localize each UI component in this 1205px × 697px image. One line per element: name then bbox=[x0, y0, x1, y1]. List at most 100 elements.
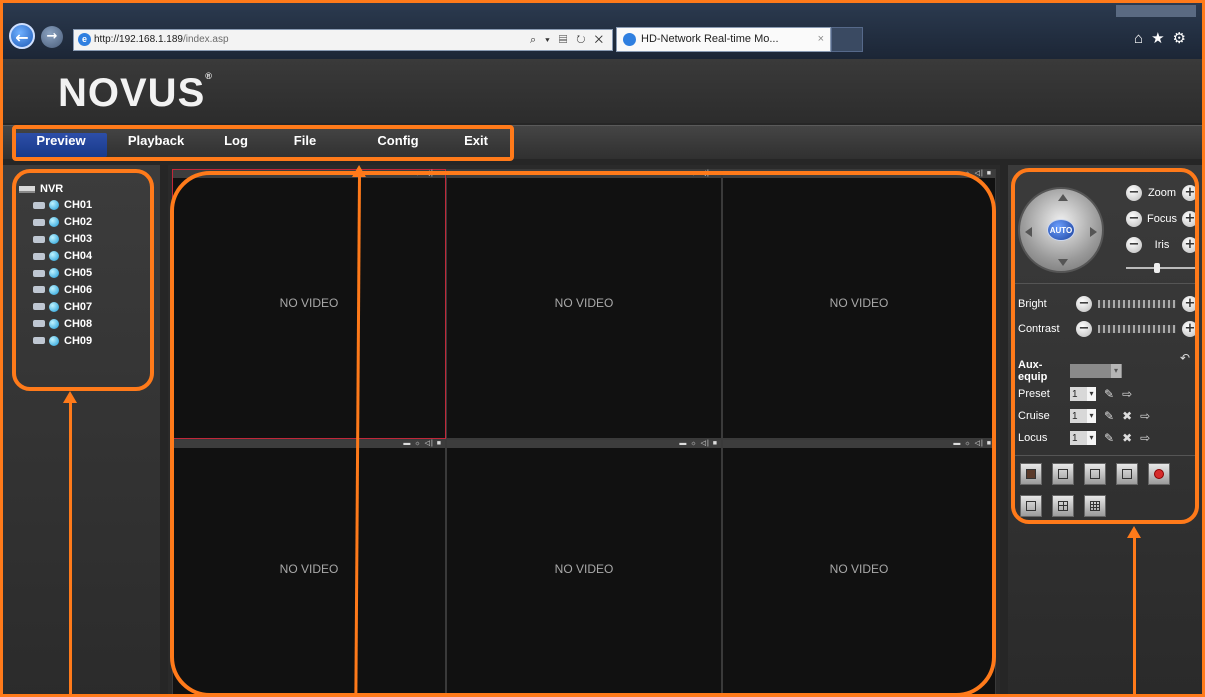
video-cell-3[interactable]: ▬ ☼ ◁| ■ NO VIDEO bbox=[722, 169, 996, 439]
no-video-label: NO VIDEO bbox=[829, 296, 889, 310]
cell-toolbar: ▬ ☼ ◁| ■ bbox=[173, 170, 445, 178]
browser-toolbar-icons[interactable]: ⌂★⚙ bbox=[1134, 29, 1194, 47]
menu-config[interactable]: Config bbox=[358, 133, 438, 157]
aux-equip-select[interactable] bbox=[1070, 364, 1122, 378]
browser-tab[interactable]: HD-Network Real-time Mo... × bbox=[616, 27, 831, 52]
pan-up-icon[interactable] bbox=[1058, 194, 1068, 201]
focus-near-button[interactable]: − bbox=[1126, 211, 1142, 227]
contrast-decrease-button[interactable]: − bbox=[1076, 321, 1092, 337]
cell-status-icons[interactable]: ▬ ☼ ◁| ■ bbox=[953, 169, 992, 177]
zoom-out-button[interactable]: − bbox=[1126, 185, 1142, 201]
aux-equip-control: Aux-equip bbox=[1018, 359, 1198, 383]
back-button[interactable]: ← bbox=[9, 23, 35, 49]
locus-select[interactable]: 1 bbox=[1070, 431, 1096, 445]
camera-icon bbox=[33, 201, 45, 209]
divider bbox=[1012, 455, 1198, 456]
video-cell-2[interactable]: ▬ ☼ ◁| ■ NO VIDEO bbox=[446, 169, 722, 439]
tab-title: HD-Network Real-time Mo... bbox=[641, 33, 779, 45]
focus-far-button[interactable]: + bbox=[1182, 211, 1198, 227]
cell-toolbar: ▬ ☼ ◁| ■ bbox=[723, 440, 995, 448]
delete-icon[interactable]: ✖ bbox=[1122, 431, 1132, 445]
address-tools[interactable]: ⌕ ▾ ▤ ↻ ✕ bbox=[530, 30, 606, 50]
cell-toolbar: ▬ ☼ ◁| ■ bbox=[447, 170, 721, 178]
quad-view-icon bbox=[1058, 501, 1068, 511]
novus-logo: NOVUS® bbox=[58, 71, 213, 116]
video-cell-1[interactable]: ▬ ☼ ◁| ■ NO VIDEO bbox=[172, 169, 446, 439]
cell-status-icons[interactable]: ▬ ☼ ◁| ■ bbox=[403, 439, 442, 447]
channel-item-ch08[interactable]: CH08 bbox=[19, 315, 92, 332]
pencil-icon[interactable]: ✎ bbox=[1104, 387, 1114, 401]
locus-control: Locus 1 ✎ ✖ ⇨ bbox=[1018, 430, 1198, 446]
ptz-speed-slider[interactable] bbox=[1126, 263, 1198, 273]
cell-status-icons[interactable]: ▬ ☼ ◁| ■ bbox=[679, 439, 718, 447]
channel-item-ch07[interactable]: CH07 bbox=[19, 298, 92, 315]
window-controls[interactable] bbox=[1116, 5, 1196, 17]
contrast-track[interactable] bbox=[1098, 325, 1176, 333]
zoom-in-button[interactable]: + bbox=[1182, 185, 1198, 201]
channel-item-ch03[interactable]: CH03 bbox=[19, 231, 92, 248]
layout-9-button[interactable] bbox=[1084, 495, 1106, 517]
camera-icon bbox=[33, 269, 45, 277]
channel-item-ch04[interactable]: CH04 bbox=[19, 248, 92, 265]
menu-log[interactable]: Log bbox=[211, 133, 261, 157]
menu-exit[interactable]: Exit bbox=[448, 133, 504, 157]
alarm-button[interactable] bbox=[1148, 463, 1170, 485]
pan-right-icon[interactable] bbox=[1090, 227, 1097, 237]
pencil-icon[interactable]: ✎ bbox=[1104, 431, 1114, 445]
slider-knob[interactable] bbox=[1154, 263, 1160, 273]
status-dot-icon bbox=[49, 217, 59, 228]
zoom-control: − Zoom + bbox=[1126, 183, 1198, 203]
video-cell-6[interactable]: ▬ ☼ ◁| ■ NO VIDEO bbox=[722, 439, 996, 694]
cell-status-icons[interactable]: ▬ ☼ ◁| ■ bbox=[679, 169, 718, 177]
cell-toolbar: ▬ ☼ ◁| ■ bbox=[173, 440, 445, 448]
no-video-label: NO VIDEO bbox=[829, 561, 889, 576]
tree-root-label: NVR bbox=[40, 183, 64, 195]
cell-status-icons[interactable]: ▬ ☼ ◁| ■ bbox=[953, 439, 992, 447]
cell-status-icons[interactable]: ▬ ☼ ◁| ■ bbox=[403, 169, 442, 177]
menu-playback[interactable]: Playback bbox=[111, 133, 201, 157]
ptz-direction-pad[interactable]: AUTO bbox=[1018, 187, 1104, 273]
channel-item-ch09[interactable]: CH09 bbox=[19, 332, 92, 349]
go-arrow-icon[interactable]: ⇨ bbox=[1122, 387, 1132, 401]
snapshot-button[interactable] bbox=[1020, 463, 1042, 485]
go-arrow-icon[interactable]: ⇨ bbox=[1140, 431, 1150, 445]
video-cell-5[interactable]: ▬ ☼ ◁| ■ NO VIDEO bbox=[446, 439, 722, 694]
video-cell-4[interactable]: ▬ ☼ ◁| ■ NO VIDEO bbox=[172, 439, 446, 694]
preset-select[interactable]: 1 bbox=[1070, 387, 1096, 401]
forward-button[interactable]: → bbox=[41, 26, 63, 48]
contrast-increase-button[interactable]: + bbox=[1182, 321, 1198, 337]
channel-label: CH09 bbox=[64, 334, 93, 347]
pencil-icon[interactable]: ✎ bbox=[1104, 409, 1114, 423]
address-bar[interactable]: e http://192.168.1.189/index.asp ⌕ ▾ ▤ ↻… bbox=[73, 29, 613, 51]
channel-item-ch06[interactable]: CH06 bbox=[19, 281, 92, 298]
new-tab-button[interactable] bbox=[831, 27, 863, 52]
channel-item-ch01[interactable]: CH01 bbox=[19, 197, 92, 214]
cruise-select[interactable]: 1 bbox=[1070, 409, 1096, 423]
menu-file[interactable]: File bbox=[275, 133, 335, 157]
ptz-auto-button[interactable]: AUTO bbox=[1047, 219, 1075, 241]
delete-icon[interactable]: ✖ bbox=[1122, 409, 1132, 423]
iris-close-button[interactable]: − bbox=[1126, 237, 1142, 253]
status-dot-icon bbox=[49, 200, 59, 211]
record-button[interactable] bbox=[1052, 463, 1074, 485]
page: ← → e http://192.168.1.189/index.asp ⌕ ▾… bbox=[0, 0, 1205, 697]
bright-track[interactable] bbox=[1098, 300, 1176, 308]
bright-decrease-button[interactable]: − bbox=[1076, 296, 1092, 312]
layout-4-button[interactable] bbox=[1052, 495, 1074, 517]
pan-down-icon[interactable] bbox=[1058, 259, 1068, 266]
iris-open-button[interactable]: + bbox=[1182, 237, 1198, 253]
bright-increase-button[interactable]: + bbox=[1182, 296, 1198, 312]
fullscreen-button[interactable] bbox=[1084, 463, 1106, 485]
layout-1-button[interactable] bbox=[1020, 495, 1042, 517]
status-dot-icon bbox=[49, 318, 59, 329]
menu-preview[interactable]: Preview bbox=[15, 133, 107, 157]
channel-item-ch05[interactable]: CH05 bbox=[19, 265, 92, 282]
tree-root-nvr[interactable]: NVR bbox=[19, 181, 92, 197]
zoom-label: Zoom bbox=[1147, 187, 1177, 199]
tab-close-icon[interactable]: × bbox=[818, 28, 824, 51]
stop-all-preview-button[interactable] bbox=[1116, 463, 1138, 485]
pan-left-icon[interactable] bbox=[1025, 227, 1032, 237]
go-arrow-icon[interactable]: ⇨ bbox=[1140, 409, 1150, 423]
cruise-control: Cruise 1 ✎ ✖ ⇨ bbox=[1018, 408, 1198, 424]
channel-item-ch02[interactable]: CH02 bbox=[19, 214, 92, 231]
